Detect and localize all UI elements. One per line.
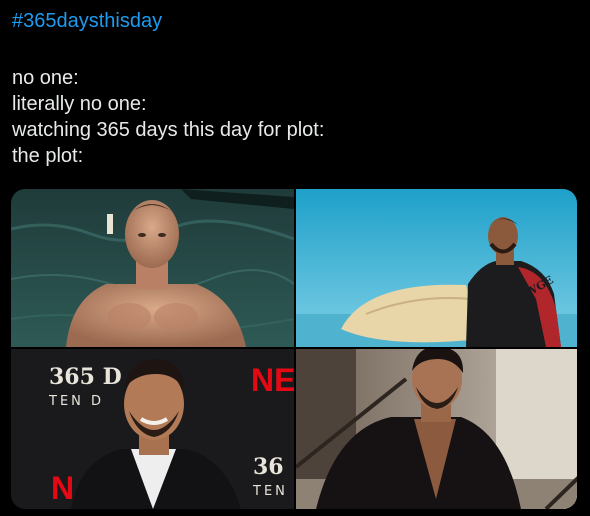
backdrop-text: TEN xyxy=(252,484,288,499)
netflix-logo: N xyxy=(51,470,74,506)
photo-surfboard[interactable]: WGE xyxy=(296,189,577,347)
backdrop-text: 365 D xyxy=(49,364,122,390)
photo-stairs[interactable] xyxy=(296,349,577,509)
tweet-line: literally no one: xyxy=(12,93,147,115)
netflix-logo: NE xyxy=(251,362,294,398)
backdrop-text: 36 xyxy=(253,454,284,480)
photo-red-carpet-image: 365 D TEN D NE 36 TEN N xyxy=(11,349,294,509)
hashtag-link[interactable]: #365daysthisday xyxy=(12,10,162,33)
tweet-text: no one: literally no one: watching 365 d… xyxy=(12,65,572,169)
photo-red-carpet[interactable]: 365 D TEN D NE 36 TEN N xyxy=(11,349,294,509)
tweet-line: the plot: xyxy=(12,145,84,167)
photo-stairs-image xyxy=(296,349,577,509)
photo-surfboard-image: WGE xyxy=(296,189,577,347)
tweet-line: watching 365 days this day for plot: xyxy=(12,119,325,141)
media-grid: WGE 365 D TEN D NE 36 TEN N xyxy=(11,189,577,509)
photo-pool[interactable] xyxy=(11,189,294,347)
tweet-line: no one: xyxy=(12,67,79,89)
backdrop-text: TEN D xyxy=(48,394,104,409)
photo-pool-image xyxy=(11,189,294,347)
